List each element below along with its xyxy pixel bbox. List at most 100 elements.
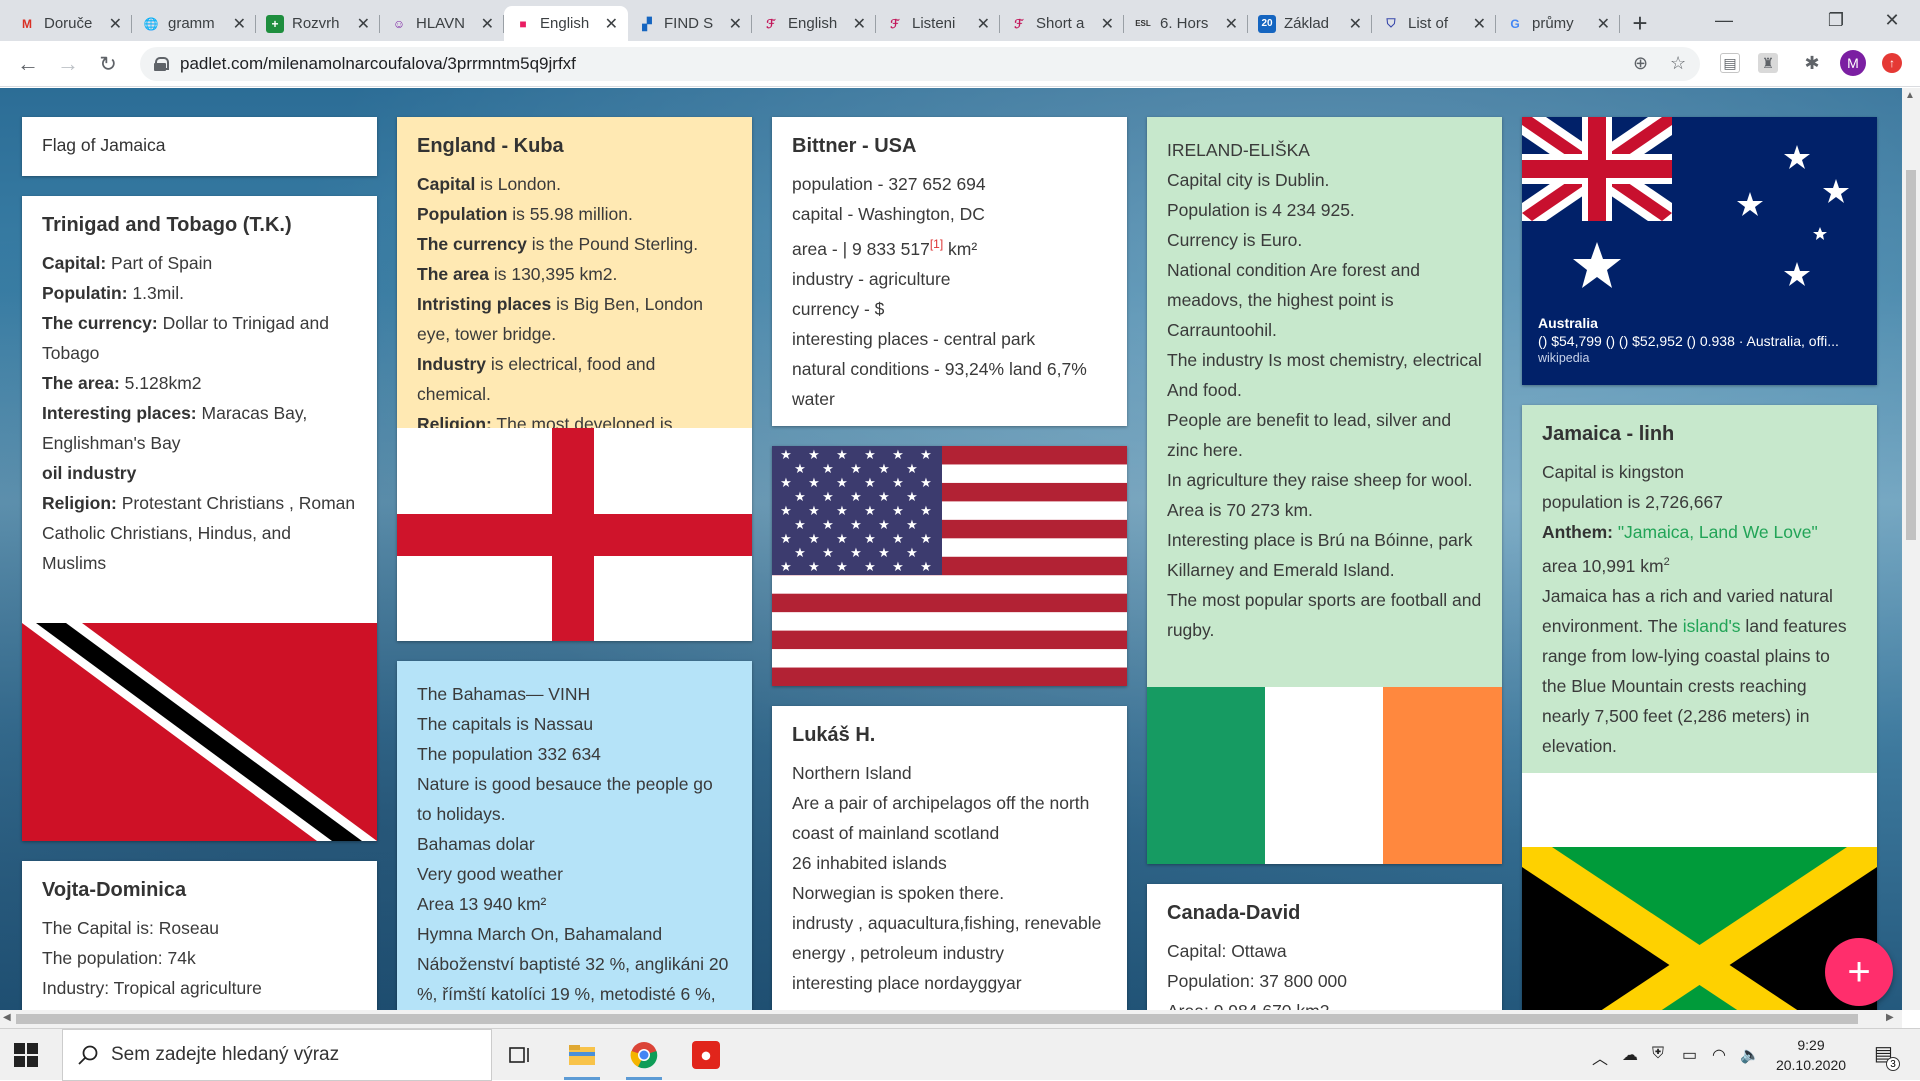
close-tab-icon[interactable]: ✕: [1225, 14, 1238, 34]
post-australia[interactable]: Australia () $54,799 () () $52,952 () 0.…: [1522, 117, 1877, 385]
post-flag-of-jamaica[interactable]: Flag of Jamaica: [22, 117, 377, 176]
post-text: IRELAND-ELIŠKA Capital city is Dublin. P…: [1167, 140, 1482, 640]
security-icon[interactable]: ⛨: [1652, 1045, 1664, 1063]
svg-text:★: ★: [892, 475, 904, 490]
svg-text:★: ★: [906, 517, 918, 532]
post-jamaica[interactable]: Jamaica - linh Capital is kingston popul…: [1522, 405, 1877, 1010]
close-tab-icon[interactable]: ✕: [977, 14, 990, 34]
browser-tab[interactable]: Gprůmy ✕: [1496, 6, 1620, 41]
browser-tab[interactable]: ▞ FIND S ✕: [628, 6, 752, 41]
svg-text:★: ★: [878, 517, 890, 532]
post-trinidad-tobago[interactable]: Trinigad and Tobago (T.K.) Capital: Part…: [22, 196, 377, 841]
post-usa[interactable]: Bittner - USA population - 327 652 694 c…: [772, 117, 1127, 426]
svg-text:★: ★: [920, 503, 932, 518]
svg-text:★: ★: [836, 447, 848, 462]
taskbar-search-box[interactable]: Sem zadejte hledaný výraz: [62, 1029, 492, 1081]
browser-tab[interactable]: ☺ HLAVN ✕: [380, 6, 504, 41]
post-canada[interactable]: Canada-David Capital: Ottawa Population:…: [1147, 884, 1502, 1010]
scrollbar-thumb[interactable]: [16, 1014, 1858, 1024]
red-app-icon[interactable]: ⬤: [684, 1033, 728, 1077]
svg-text:★: ★: [794, 489, 806, 504]
volume-icon[interactable]: 🔈: [1740, 1045, 1760, 1065]
svg-text:★: ★: [850, 489, 862, 504]
update-icon[interactable]: ↑: [1882, 53, 1902, 73]
close-window-button[interactable]: ✕: [1864, 0, 1920, 41]
windows-start-icon[interactable]: [14, 1043, 38, 1067]
add-icon[interactable]: ⊕: [1633, 53, 1648, 74]
system-clock[interactable]: 9:29 20.10.2020: [1766, 1035, 1856, 1075]
maximize-button[interactable]: ❐: [1808, 0, 1864, 41]
close-tab-icon[interactable]: ✕: [357, 14, 370, 34]
chat-icon: ☺: [392, 16, 406, 31]
tab-title: Doruče: [44, 15, 93, 32]
close-tab-icon[interactable]: ✕: [1473, 14, 1486, 34]
battery-icon[interactable]: ▭: [1682, 1045, 1697, 1065]
scroll-left-icon[interactable]: ◀: [3, 1012, 11, 1023]
close-tab-icon[interactable]: ✕: [1597, 14, 1610, 34]
post-lukas[interactable]: Lukáš H. Northern Island Are a pair of a…: [772, 706, 1127, 1010]
wifi-icon[interactable]: ◠: [1712, 1045, 1726, 1065]
svg-text:★: ★: [892, 447, 904, 462]
new-tab-button[interactable]: +: [1620, 6, 1660, 41]
vertical-scrollbar[interactable]: ▲: [1902, 88, 1920, 1010]
svg-text:★: ★: [850, 461, 862, 476]
svg-text:★: ★: [864, 503, 876, 518]
browser-tab[interactable]: + Rozvrh ✕: [256, 6, 380, 41]
back-arrow-icon[interactable]: ←: [8, 44, 48, 84]
close-tab-icon[interactable]: ✕: [605, 14, 618, 34]
file-explorer-icon[interactable]: [560, 1033, 604, 1080]
svg-text:★: ★: [822, 461, 834, 476]
scroll-right-icon[interactable]: ▶: [1886, 1012, 1894, 1023]
browser-tab[interactable]: ESL 6. Hors ✕: [1124, 6, 1248, 41]
scrollbar-thumb[interactable]: [1906, 170, 1916, 540]
reload-icon[interactable]: ↻: [88, 44, 128, 84]
browser-tab[interactable]: 20 Základ ✕: [1248, 6, 1372, 41]
svg-text:★: ★: [920, 447, 932, 462]
forward-arrow-icon[interactable]: →: [48, 44, 88, 84]
extension-reader-icon[interactable]: ▤: [1720, 53, 1740, 73]
browser-tab[interactable]: ⛉ List of ✕: [1372, 6, 1496, 41]
close-tab-icon[interactable]: ✕: [853, 14, 866, 34]
post-title: Trinigad and Tobago (T.K.): [42, 214, 292, 236]
close-tab-icon[interactable]: ✕: [481, 14, 494, 34]
shield-icon: ⛉: [1386, 16, 1396, 30]
minimize-button[interactable]: —: [1696, 0, 1752, 41]
post-dominica[interactable]: Vojta-Dominica The Capital is: Roseau Th…: [22, 861, 377, 1010]
chrome-icon[interactable]: [622, 1033, 666, 1080]
task-view-icon[interactable]: [498, 1033, 542, 1077]
address-bar[interactable]: padlet.com/milenamolnarcoufalova/3prrmnt…: [140, 47, 1700, 81]
svg-text:★: ★: [906, 545, 918, 560]
browser-tab[interactable]: ℱ Short a ✕: [1000, 6, 1124, 41]
browser-tab[interactable]: ■ English ✕: [504, 6, 628, 41]
onedrive-icon[interactable]: ☁: [1622, 1045, 1638, 1065]
post-bahamas[interactable]: The Bahamas— VINH The capitals is Nassau…: [397, 661, 752, 1010]
post-england[interactable]: England - Kuba Capital is London. Popula…: [397, 117, 752, 641]
extensions-puzzle-icon[interactable]: ✱: [1800, 51, 1824, 75]
close-tab-icon[interactable]: ✕: [1349, 14, 1362, 34]
add-post-button[interactable]: +: [1825, 938, 1893, 1006]
post-ireland[interactable]: IRELAND-ELIŠKA Capital city is Dublin. P…: [1147, 117, 1502, 864]
extension-tool-icon[interactable]: ♜: [1758, 53, 1778, 73]
browser-tab[interactable]: ℱ English ✕: [752, 6, 876, 41]
close-tab-icon[interactable]: ✕: [109, 14, 122, 34]
close-tab-icon[interactable]: ✕: [233, 14, 246, 34]
reference-link[interactable]: [1]: [930, 237, 943, 251]
island-link[interactable]: island's: [1683, 616, 1741, 636]
anthem-link[interactable]: Jamaica, Land We Love: [1624, 522, 1811, 542]
post-title: Flag of Jamaica: [42, 135, 166, 155]
browser-tab[interactable]: 🌐 gramm ✕: [132, 6, 256, 41]
link-preview-source: wikipedia: [1538, 351, 1590, 365]
svg-text:★: ★: [836, 503, 848, 518]
wordwall-icon: ℱ: [1014, 16, 1024, 31]
bookmark-star-icon[interactable]: ☆: [1670, 53, 1686, 74]
usa-flag-image[interactable]: ★ ★ ★ ★ ★ ★★ ★ ★ ★ ★★ ★ ★ ★ ★ ★★ ★ ★ ★ ★★ ★ ★ ★ ★ ★★ ★ ★ ★ ★★ ★ ★ ★ ★ ★★…: [772, 446, 1127, 686]
scroll-up-icon[interactable]: ▲: [1905, 90, 1915, 101]
svg-text:★: ★: [822, 489, 834, 504]
close-tab-icon[interactable]: ✕: [729, 14, 742, 34]
browser-tab[interactable]: ℱ Listeni ✕: [876, 6, 1000, 41]
browser-tab[interactable]: M Doruče ✕: [8, 6, 132, 41]
close-tab-icon[interactable]: ✕: [1101, 14, 1114, 34]
horizontal-scrollbar[interactable]: ◀ ▶: [0, 1010, 1902, 1028]
profile-avatar[interactable]: M: [1840, 50, 1866, 76]
show-hidden-icons-icon[interactable]: ︿: [1592, 1045, 1608, 1069]
